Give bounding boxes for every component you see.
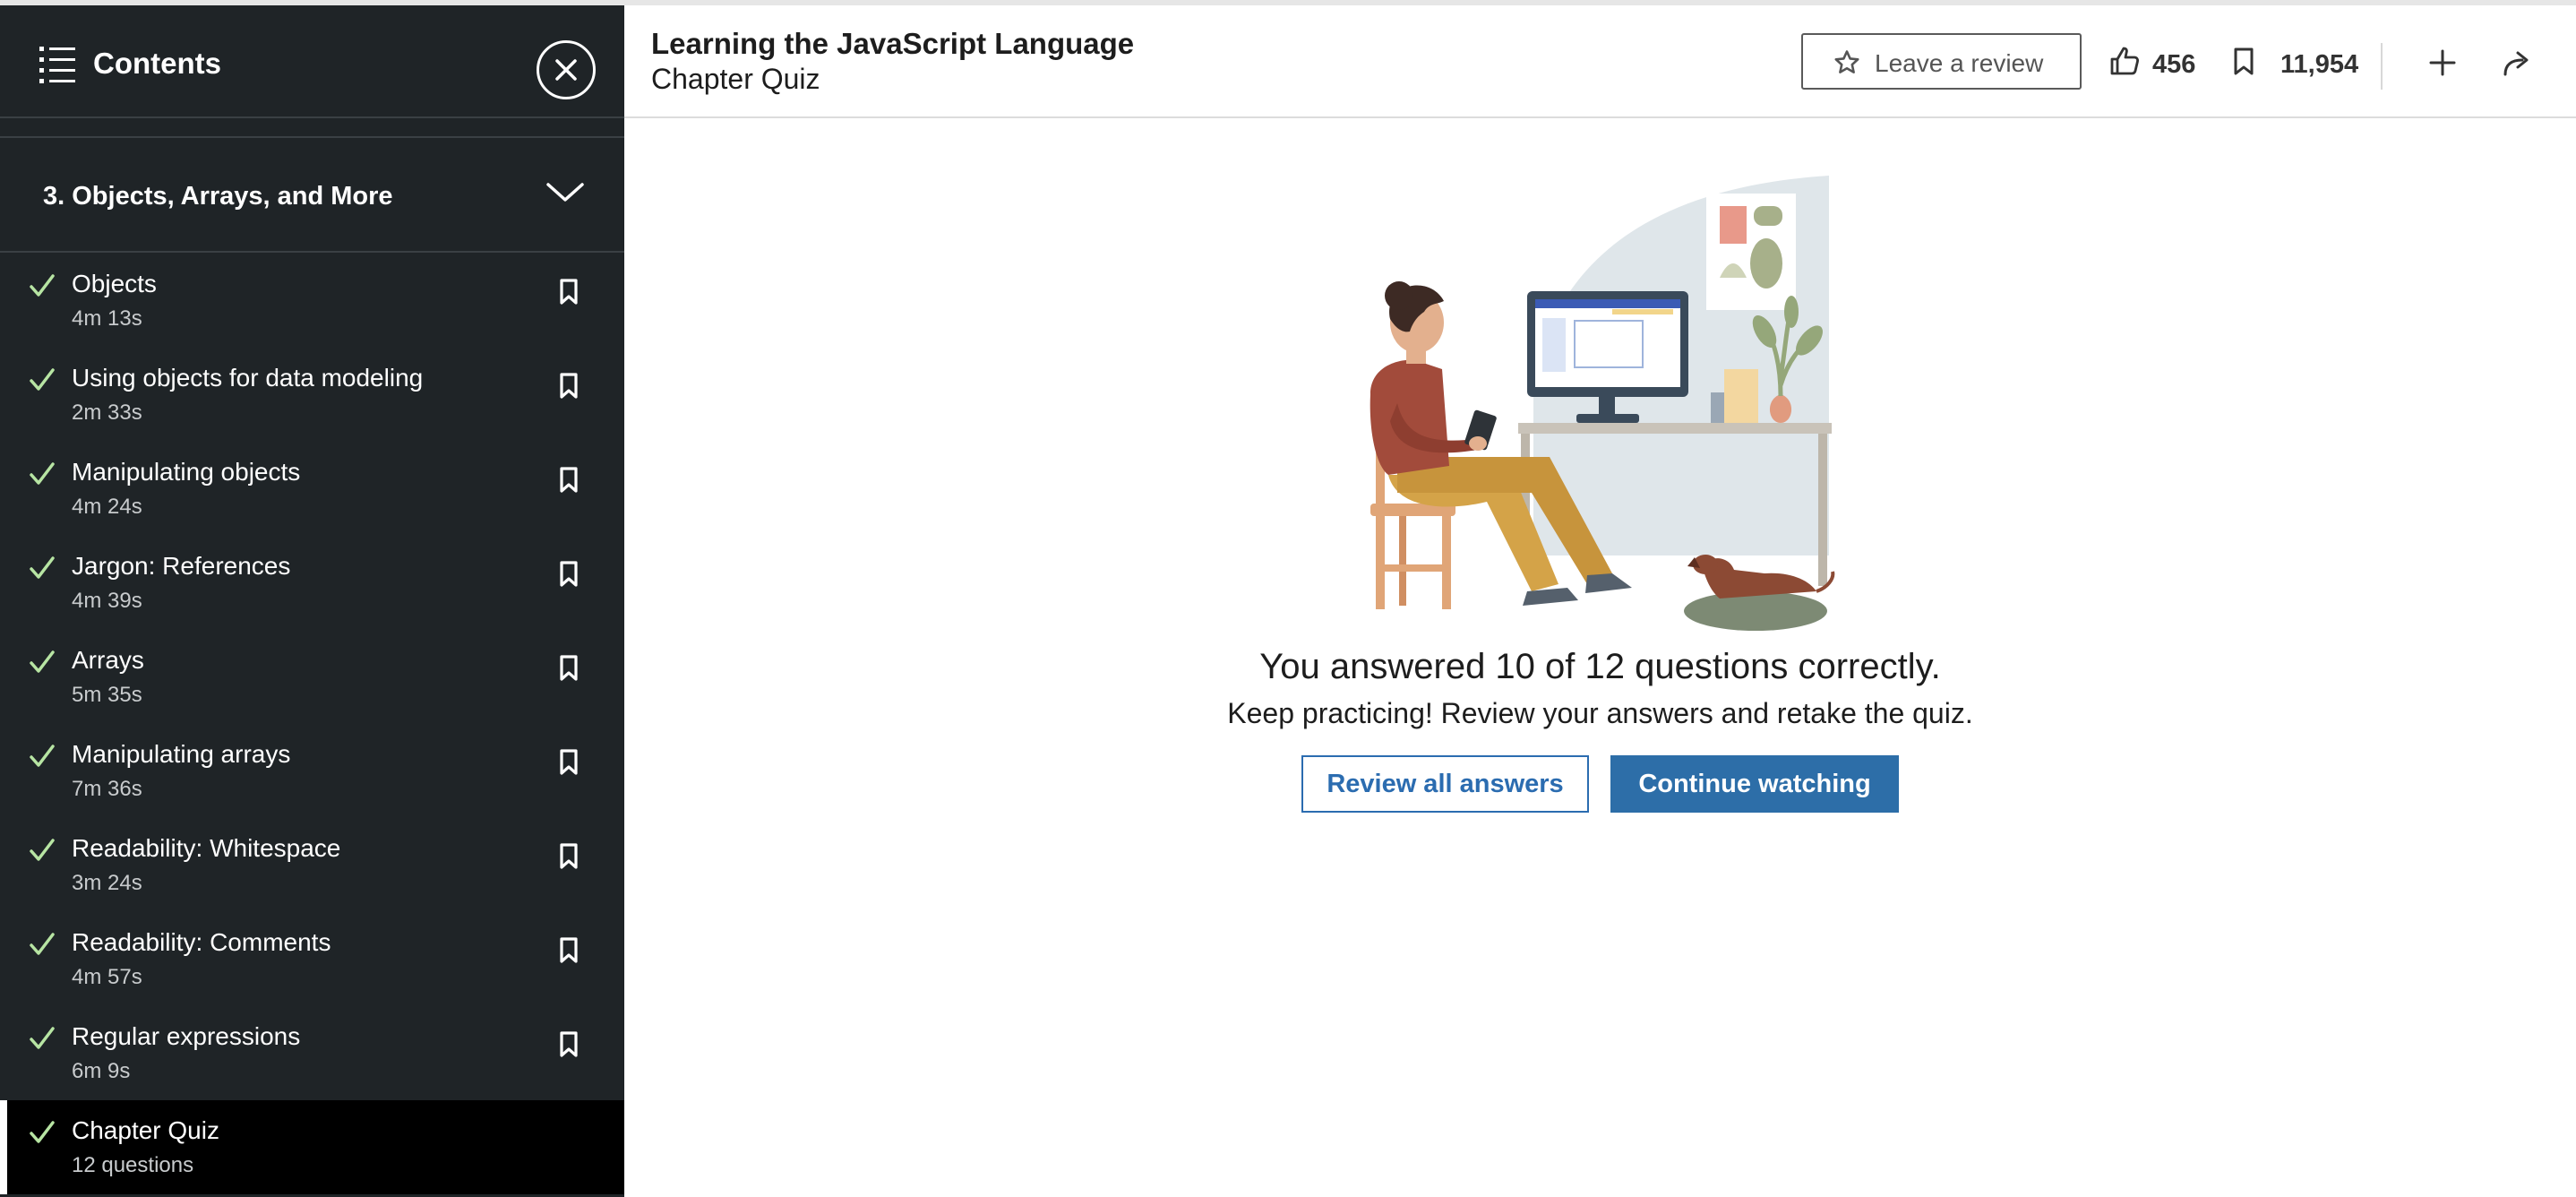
sidebar-header: Contents xyxy=(0,5,624,118)
chapter-section-toggle[interactable]: 3. Objects, Arrays, and More xyxy=(0,136,624,253)
star-icon xyxy=(1834,50,1859,73)
bookmark-icon[interactable] xyxy=(559,279,579,306)
course-title[interactable]: Learning the JavaScript Language xyxy=(651,27,1134,61)
lesson-title: Readability: Comments xyxy=(72,928,331,956)
page-subtitle: Chapter Quiz xyxy=(651,63,820,95)
quiz-result-illustration xyxy=(1370,176,1835,631)
desk-top xyxy=(1518,423,1832,434)
check-icon xyxy=(30,556,55,579)
lesson-item[interactable]: Regular expressions 6m 9s xyxy=(0,1006,624,1100)
chapter-title: 3. Objects, Arrays, and More xyxy=(43,182,393,211)
plus-icon[interactable] xyxy=(2428,48,2457,77)
lesson-title: Jargon: References xyxy=(72,552,291,580)
lesson-duration: 6m 9s xyxy=(72,1059,131,1083)
lesson-duration: 7m 36s xyxy=(72,777,142,801)
dog xyxy=(1702,558,1816,598)
person-torso xyxy=(1370,359,1449,475)
lesson-duration: 4m 13s xyxy=(72,306,142,331)
continue-watching-button[interactable]: Continue watching xyxy=(1610,755,1899,813)
check-icon xyxy=(30,368,55,391)
lesson-duration: 4m 24s xyxy=(72,495,142,519)
lesson-title: Manipulating objects xyxy=(72,458,301,486)
close-icon xyxy=(555,59,577,81)
bookmark-icon[interactable] xyxy=(559,373,579,400)
check-icon xyxy=(30,462,55,485)
lesson-item[interactable]: Readability: Whitespace 3m 24s xyxy=(0,818,624,912)
lesson-title: Using objects for data modeling xyxy=(72,364,424,392)
check-icon xyxy=(30,933,55,955)
check-icon xyxy=(30,1121,55,1143)
check-icon xyxy=(30,745,55,767)
lesson-title: Chapter Quiz xyxy=(72,1116,219,1144)
check-icon xyxy=(30,650,55,673)
contents-sidebar: Contents 3. Objects, Arrays, and More Ob… xyxy=(0,0,624,1197)
close-sidebar-button[interactable] xyxy=(537,40,596,99)
list-icon xyxy=(39,47,75,83)
lesson-duration: 12 questions xyxy=(72,1153,194,1177)
lesson-title: Regular expressions xyxy=(72,1022,301,1050)
bookmark-icon[interactable] xyxy=(2233,47,2254,76)
header-divider xyxy=(2381,43,2383,90)
lesson-duration: 2m 33s xyxy=(72,400,142,425)
thumbs-up-icon[interactable] xyxy=(2108,45,2141,77)
bookmark-icon[interactable] xyxy=(559,749,579,776)
check-icon xyxy=(30,839,55,861)
check-icon xyxy=(30,1027,55,1049)
bookmark-icon[interactable] xyxy=(559,467,579,494)
bookmark-icon[interactable] xyxy=(559,1031,579,1058)
lesson-item[interactable]: Manipulating arrays 7m 36s xyxy=(0,724,624,818)
saves-count: 11,954 xyxy=(2280,50,2359,79)
leave-review-button[interactable]: Leave a review xyxy=(1801,33,2082,90)
lesson-title: Readability: Whitespace xyxy=(72,834,341,862)
lesson-item[interactable]: Jargon: References 4m 39s xyxy=(0,536,624,630)
bookmark-icon[interactable] xyxy=(559,937,579,964)
bookmark-icon[interactable] xyxy=(559,655,579,682)
dog-bed xyxy=(1684,591,1827,631)
lesson-list: Objects 4m 13s Using objects for data mo… xyxy=(0,254,624,1194)
review-all-answers-button[interactable]: Review all answers xyxy=(1301,755,1589,813)
lesson-item[interactable]: Manipulating objects 4m 24s xyxy=(0,442,624,536)
lesson-duration: 4m 39s xyxy=(72,589,142,613)
share-icon[interactable] xyxy=(2503,50,2533,77)
lesson-title: Manipulating arrays xyxy=(72,740,291,768)
lesson-duration: 5m 35s xyxy=(72,683,142,707)
check-icon xyxy=(30,274,55,297)
course-header: Learning the JavaScript Language Chapter… xyxy=(624,0,2576,118)
quiz-feedback-text: Keep practicing! Review your answers and… xyxy=(1227,697,1973,729)
bookmark-icon[interactable] xyxy=(559,561,579,588)
sidebar-title: Contents xyxy=(93,47,221,80)
bookmark-icon[interactable] xyxy=(559,843,579,870)
lesson-item[interactable]: Objects 4m 13s xyxy=(0,254,624,348)
lesson-title: Objects xyxy=(72,270,157,297)
quiz-score-text: You answered 10 of 12 questions correctl… xyxy=(1259,647,1941,686)
lesson-item[interactable]: Using objects for data modeling 2m 33s xyxy=(0,348,624,442)
lesson-item[interactable]: Arrays 5m 35s xyxy=(0,630,624,724)
chevron-down-icon xyxy=(546,183,584,202)
leave-review-label: Leave a review xyxy=(1875,49,2044,77)
lesson-duration: 4m 57s xyxy=(72,965,142,989)
lesson-item[interactable]: Chapter Quiz 12 questions xyxy=(0,1100,624,1194)
likes-count: 456 xyxy=(2152,50,2196,79)
lesson-duration: 3m 24s xyxy=(72,871,142,895)
lesson-item[interactable]: Readability: Comments 4m 57s xyxy=(0,912,624,1006)
lesson-title: Arrays xyxy=(72,646,144,674)
